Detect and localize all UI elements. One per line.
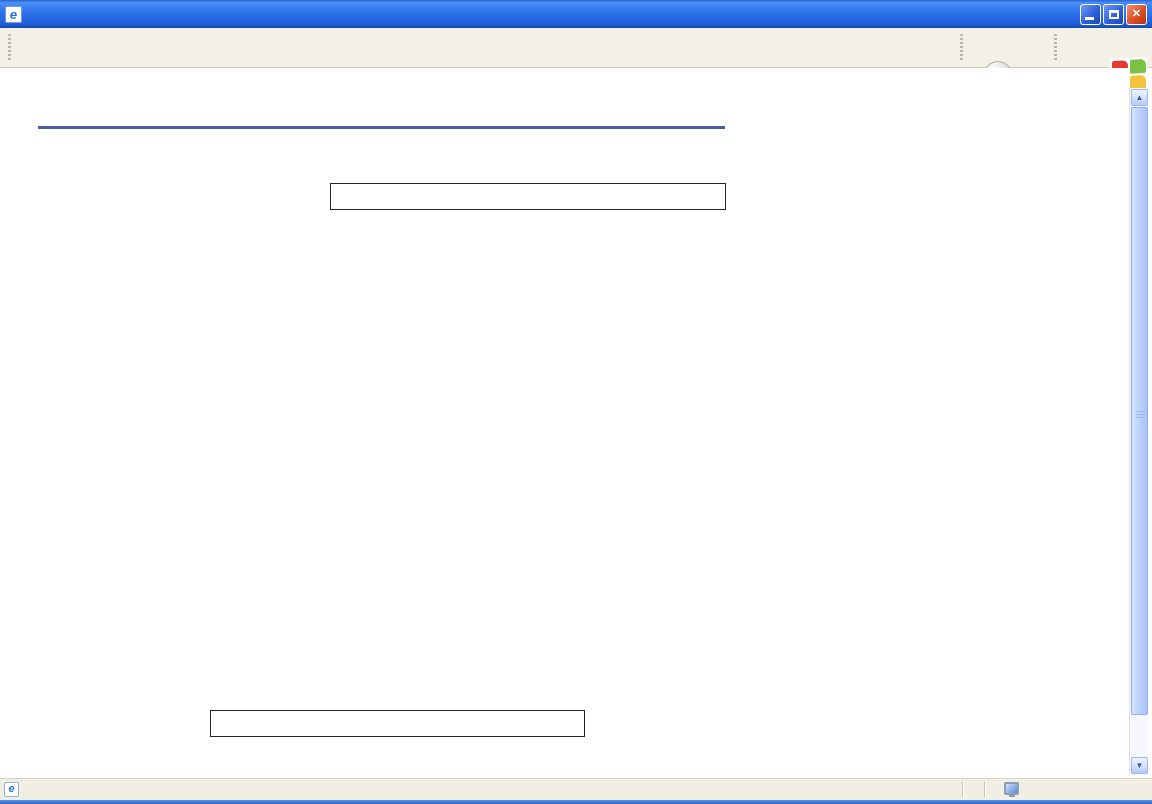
- minimize-button[interactable]: [1080, 4, 1101, 25]
- toolbar-grip[interactable]: [960, 34, 963, 62]
- chart-legend: [330, 183, 726, 210]
- close-button[interactable]: ✕: [1126, 4, 1147, 25]
- page-status-icon: e: [4, 782, 19, 797]
- window-bottom-border: [0, 800, 1152, 804]
- restore-button[interactable]: [1103, 4, 1124, 25]
- vertical-scrollbar[interactable]: ▲ ▼: [1129, 88, 1148, 775]
- my-computer-icon: [1004, 782, 1019, 795]
- report-title-rule: [38, 126, 725, 129]
- toolbar-grip[interactable]: [8, 34, 11, 62]
- status-bar: e: [0, 778, 1152, 800]
- report-page: [0, 68, 1129, 778]
- title-bar: e ✕: [0, 0, 1152, 28]
- scrollbar-thumb[interactable]: [1131, 107, 1148, 715]
- status-separator: [984, 782, 986, 798]
- scroll-up-button[interactable]: ▲: [1131, 89, 1148, 106]
- chart-legend: [210, 710, 585, 737]
- internet-explorer-icon: e: [5, 6, 22, 23]
- toolbar-grip[interactable]: [1054, 34, 1057, 62]
- menu-toolbar: ←: [0, 28, 1152, 68]
- scroll-down-button[interactable]: ▼: [1131, 757, 1148, 774]
- status-separator: [962, 782, 964, 798]
